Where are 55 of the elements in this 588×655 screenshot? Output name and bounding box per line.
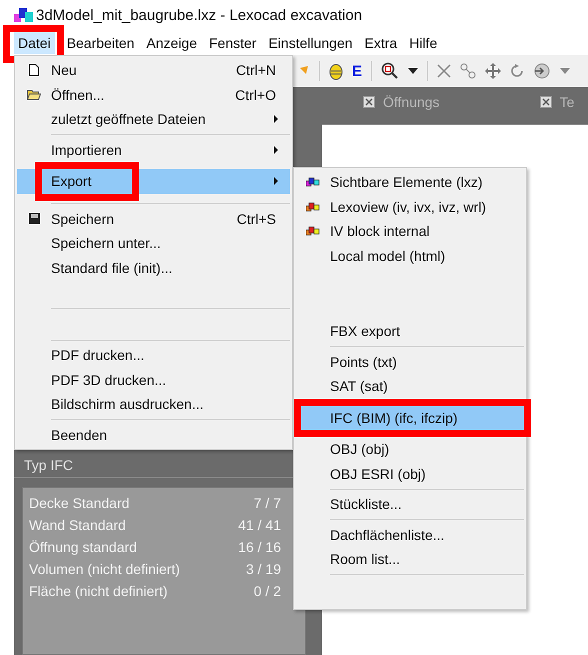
menu-item[interactable]: Lexoview (iv, ivx, ivz, wrl) — [296, 194, 524, 219]
egg-icon[interactable] — [329, 62, 343, 80]
menu-item[interactable]: Points (txt) — [296, 350, 524, 374]
menu-item[interactable]: Export — [17, 169, 290, 194]
menu-item[interactable]: IV block internal — [296, 219, 524, 244]
menu-item[interactable]: PDF drucken... — [17, 343, 290, 368]
menu-item[interactable]: Hilfe — [405, 32, 442, 54]
submenu-arrow-icon — [274, 146, 278, 154]
blocks-icon — [306, 202, 320, 212]
menu-item[interactable]: Neu Ctrl+N — [17, 58, 290, 82]
menu-item[interactable]: Sichtbare Elemente (lxz) — [296, 170, 524, 194]
caret-icon[interactable] — [408, 68, 418, 74]
rotate-icon[interactable] — [510, 64, 524, 78]
menu-item[interactable]: Einstellungen — [264, 32, 357, 54]
menu-item[interactable]: Bearbeiten — [62, 32, 138, 54]
menu-item[interactable]: Room list... — [296, 547, 524, 572]
text-button[interactable]: E — [352, 62, 362, 80]
menu-item[interactable]: Speichern unter... — [17, 231, 290, 256]
menu-item[interactable]: Local model (html) — [296, 244, 524, 268]
submenu-arrow-icon — [274, 115, 278, 124]
menu-item[interactable]: Fenster — [205, 32, 260, 54]
menu-item[interactable]: Dachflächenliste... — [296, 522, 524, 547]
list-item-count: 0 / 2 — [254, 583, 281, 599]
move-icon[interactable] — [485, 63, 502, 79]
blocks-icon — [306, 226, 320, 236]
menu-item[interactable]: Bildschirm ausdrucken... — [17, 392, 290, 416]
menu-item[interactable]: Datei — [14, 32, 55, 54]
menu-item[interactable]: IFC (BIM) (ifc, ifczip) — [301, 406, 524, 430]
menu-item[interactable]: Anzeige — [142, 32, 201, 54]
list-item-count: 16 / 16 — [238, 539, 281, 555]
blocks-icon — [306, 177, 320, 188]
menu-item[interactable]: Extra — [360, 32, 402, 54]
app-icon — [14, 6, 34, 24]
nodes-icon[interactable] — [460, 63, 476, 79]
menu-item[interactable]: Stückliste... — [296, 492, 524, 516]
menu-item[interactable]: Öffnen... Ctrl+O — [17, 82, 290, 107]
list-item-count: 7 / 7 — [254, 495, 281, 511]
list-item-count: 41 / 41 — [238, 517, 281, 533]
submenu-arrow-icon — [274, 177, 278, 186]
menu-item[interactable]: Speichern Ctrl+S — [17, 206, 290, 231]
menu-item[interactable]: Standard file (init)... — [17, 256, 290, 280]
menu-item[interactable]: PDF 3D drucken... — [17, 368, 290, 392]
document-icon — [29, 64, 39, 76]
menu-item[interactable]: FBX export — [296, 319, 524, 344]
menu-item[interactable]: Beenden — [17, 422, 290, 447]
menu-item[interactable]: Importieren — [17, 138, 290, 162]
close-box-icon[interactable] — [540, 96, 552, 108]
close-box-icon[interactable] — [363, 96, 375, 108]
menu-item[interactable]: zuletzt geöffnete Dateien — [17, 107, 290, 132]
folder-icon — [27, 89, 41, 100]
list-item-count: 3 / 19 — [246, 561, 281, 577]
zoom-icon[interactable] — [381, 62, 400, 80]
close-icon[interactable] — [437, 64, 452, 78]
window-title: 3dModel_mit_baugrube.lxz - Lexocad excavation — [36, 6, 362, 24]
menu-item[interactable]: SAT (sat) — [296, 374, 524, 398]
